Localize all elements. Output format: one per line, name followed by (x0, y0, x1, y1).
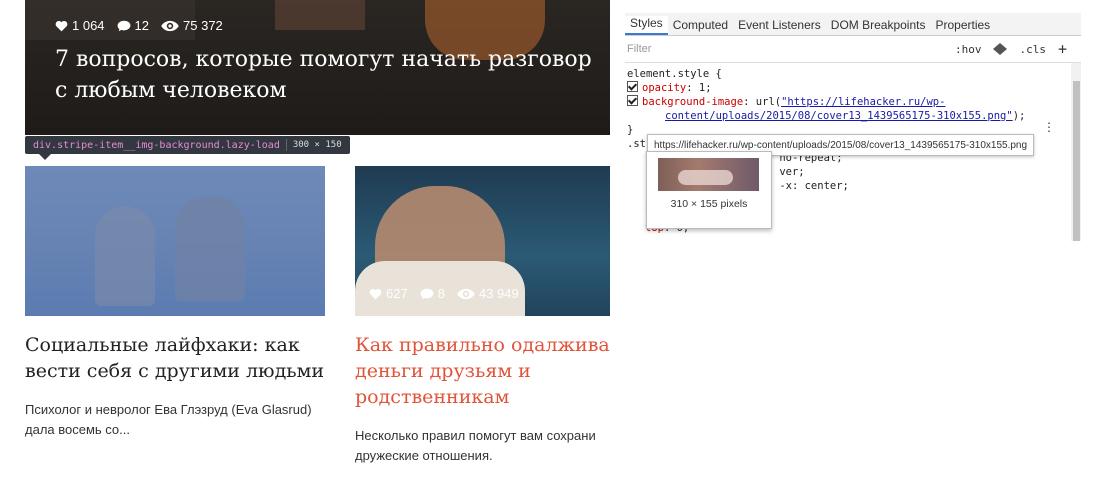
views-stat: 43 949 (457, 286, 519, 301)
image-preview-popup: 310 × 155 pixels (646, 151, 772, 229)
article-title[interactable]: Как правильно одалжива деньги друзьям и … (355, 332, 625, 410)
property-value-prefix: : url( (743, 96, 782, 108)
comments-count: 12 (134, 18, 150, 33)
tab-computed[interactable]: Computed (668, 18, 733, 35)
article-title-line: деньги друзьям и (355, 360, 531, 382)
cls-button[interactable]: .cls (1019, 43, 1046, 56)
hero-article[interactable]: 1 064 12 75 372 7 вопросов, которые помо… (25, 0, 610, 135)
article-thumbnail[interactable]: 627 8 43 949 (355, 166, 610, 316)
views-stat: 75 372 (161, 18, 223, 33)
hero-title-line: 7 вопросов, которые помогут начать разго… (55, 47, 592, 72)
article-card[interactable]: 627 8 43 949 Как правильно одалжива день… (355, 166, 625, 466)
comment-icon (117, 20, 130, 31)
property-value-suffix: ); (1012, 110, 1026, 122)
style-declaration[interactable]: opacity: 1; (627, 81, 1081, 95)
property-value[interactable]: ver; (779, 166, 804, 178)
tab-properties[interactable]: Properties (930, 18, 995, 35)
devtools-tabs: Styles Computed Event Listeners DOM Brea… (625, 13, 1081, 36)
hero-stats: 1 064 12 75 372 (55, 18, 223, 33)
filter-tools: :hov .cls + (955, 40, 1067, 58)
comments-stat: 12 (117, 18, 149, 33)
heart-icon (55, 20, 68, 31)
property-name[interactable]: opacity (642, 82, 686, 94)
property-value[interactable]: : 1; (686, 82, 711, 94)
excerpt-line: дружеские отношения. (355, 448, 493, 463)
likes-stat: 627 (369, 286, 408, 301)
image-preview-thumbnail (658, 158, 759, 191)
tab-styles[interactable]: Styles (625, 16, 668, 35)
views-count: 43 949 (478, 286, 519, 301)
new-rule-button[interactable]: + (1058, 40, 1067, 58)
tab-event-listeners[interactable]: Event Listeners (733, 18, 826, 35)
eye-icon (161, 20, 179, 31)
card-stats: 627 8 43 949 (369, 286, 519, 301)
article-title[interactable]: Социальные лайфхаки: как вести себя с др… (25, 332, 325, 384)
article-excerpt: Несколько правил помогут вам сохрани дру… (355, 426, 625, 466)
hero-title-line: с любым человеком (55, 78, 287, 103)
hov-button[interactable]: :hov (955, 43, 982, 56)
style-declaration[interactable]: background-image: url("https://lifehacke… (627, 95, 1081, 109)
filter-input[interactable]: Filter (627, 43, 651, 55)
styles-filter-bar: Filter :hov .cls + (625, 36, 1081, 63)
scrollbar-thumb[interactable] (1073, 81, 1080, 241)
hero-image-shape (275, 0, 365, 30)
comments-stat: 8 (420, 286, 445, 301)
url-link[interactable]: content/uploads/2015/08/cover13_14395651… (665, 110, 1013, 122)
article-card[interactable]: Социальные лайфхаки: как вести себя с др… (25, 166, 325, 440)
hero-title[interactable]: 7 вопросов, которые помогут начать разго… (55, 44, 610, 106)
inspector-highlight-overlay (25, 166, 325, 316)
inspector-selector: div.stripe-item__img-background.lazy-loa… (33, 139, 280, 151)
declaration-checkbox[interactable] (627, 81, 638, 92)
url-link[interactable]: "https://lifehacker.ru/wp- (781, 96, 945, 108)
article-title-line: Как правильно одалжива (355, 334, 610, 356)
property-name[interactable]: background-image (642, 96, 743, 108)
article-excerpt: Психолог и невролог Ева Глэзруд (Eva Gla… (25, 402, 312, 437)
inspector-dimensions: 300 × 150 (292, 140, 342, 150)
property-value[interactable]: -x: center; (779, 180, 849, 192)
scrollbar[interactable] (1071, 63, 1081, 241)
tab-dom-breakpoints[interactable]: DOM Breakpoints (826, 18, 931, 35)
rule-selector[interactable]: element.style { (627, 67, 1081, 81)
likes-count: 1 064 (72, 18, 105, 33)
article-title-line: родственникам (355, 386, 510, 408)
declaration-checkbox[interactable] (627, 95, 638, 106)
excerpt-line: Несколько правил помогут вам сохрани (355, 428, 596, 443)
comment-icon (420, 288, 434, 299)
comments-count: 8 (437, 286, 445, 301)
divider (285, 139, 287, 151)
style-declaration-continued: content/uploads/2015/08/cover13_14395651… (627, 109, 1081, 123)
article-thumbnail-highlighted[interactable] (25, 166, 325, 316)
likes-stat: 1 064 (55, 18, 105, 33)
more-options-icon[interactable]: ⋮ (1043, 120, 1055, 134)
heart-icon (369, 288, 382, 299)
image-size-label: 310 × 155 pixels (670, 198, 748, 210)
views-count: 75 372 (183, 18, 223, 33)
likes-count: 627 (386, 286, 408, 301)
website-content: 1 064 12 75 372 7 вопросов, которые помо… (0, 0, 625, 478)
element-inspector-tooltip: div.stripe-item__img-background.lazy-loa… (25, 136, 350, 160)
eye-icon (457, 288, 475, 299)
color-format-icon[interactable] (993, 43, 1008, 55)
